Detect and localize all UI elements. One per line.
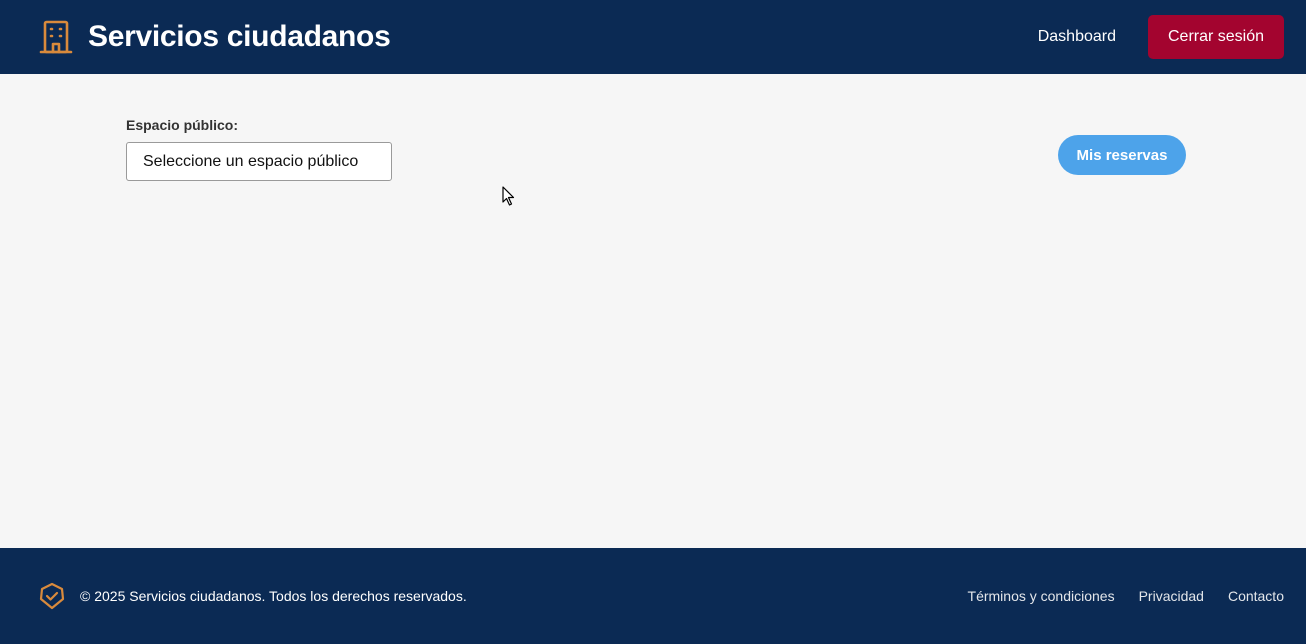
public-space-select[interactable]: Seleccione un espacio público (126, 142, 392, 181)
header-nav: Dashboard Cerrar sesión (1038, 0, 1284, 74)
page-footer: © 2025 Servicios ciudadanos. Todos los d… (0, 548, 1306, 644)
building-icon (38, 19, 74, 55)
terms-link[interactable]: Términos y condiciones (968, 588, 1115, 604)
dashboard-link[interactable]: Dashboard (1038, 28, 1116, 46)
footer-links: Términos y condiciones Privacidad Contac… (944, 548, 1284, 644)
logout-button[interactable]: Cerrar sesión (1148, 15, 1284, 59)
shield-check-icon (38, 582, 66, 610)
my-reservations-button[interactable]: Mis reservas (1058, 135, 1186, 175)
app-title: Servicios ciudadanos (88, 20, 391, 53)
contact-link[interactable]: Contacto (1228, 588, 1284, 604)
privacy-link[interactable]: Privacidad (1139, 588, 1204, 604)
copyright-text: © 2025 Servicios ciudadanos. Todos los d… (80, 588, 467, 604)
mouse-cursor-icon (502, 186, 516, 206)
brand[interactable]: Servicios ciudadanos (38, 19, 391, 55)
top-header: Servicios ciudadanos Dashboard Cerrar se… (0, 0, 1306, 74)
main-content: Espacio público: Seleccione un espacio p… (0, 74, 1306, 548)
public-space-label: Espacio público: (126, 117, 239, 133)
